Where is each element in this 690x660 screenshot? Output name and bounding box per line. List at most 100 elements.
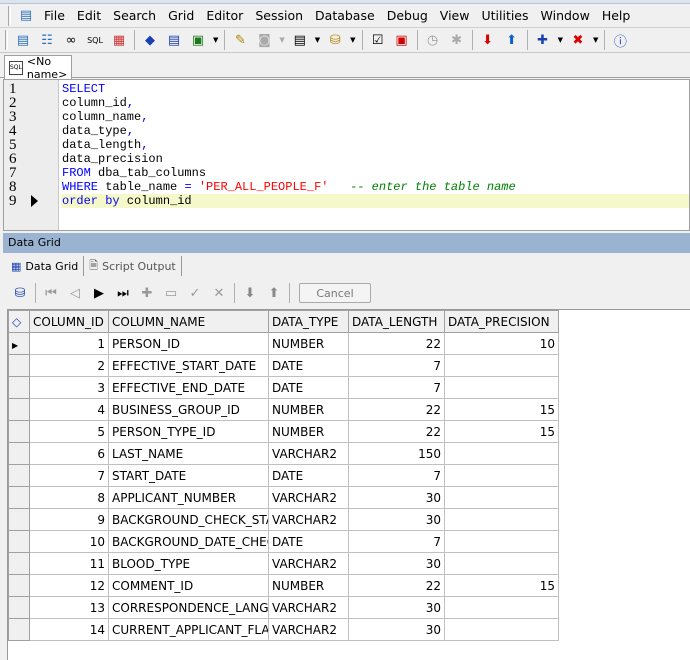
table-cell[interactable]: 15 (444, 398, 559, 421)
table-cell[interactable]: 9 (29, 508, 109, 531)
row-indicator[interactable] (8, 552, 30, 575)
menu-utilities[interactable]: Utilities (475, 8, 534, 23)
row-indicator[interactable] (8, 618, 30, 641)
sql-modeler-icon[interactable]: SQL (85, 31, 105, 49)
menu-session[interactable]: Session (249, 8, 309, 23)
table-cell[interactable]: 30 (348, 508, 445, 531)
row-indicator[interactable] (8, 354, 30, 377)
table-row[interactable]: 3 EFFECTIVE_END_DATE DATE 7 (8, 376, 559, 399)
table-row[interactable]: 4 BUSINESS_GROUP_ID NUMBER 22 15 (8, 398, 559, 421)
column-header[interactable]: DATA_LENGTH (348, 310, 445, 333)
table-cell[interactable]: 30 (348, 552, 445, 575)
table-cell[interactable]: BACKGROUND_CHECK_STATUS (108, 508, 269, 531)
editor-icon[interactable]: ▤ (164, 31, 184, 49)
table-cell[interactable]: APPLICANT_NUMBER (108, 486, 269, 509)
table-cell[interactable]: PERSON_TYPE_ID (108, 420, 269, 443)
column-header[interactable]: COLUMN_ID (29, 310, 109, 333)
table-cell[interactable]: VARCHAR2 (268, 552, 349, 575)
table-cell[interactable] (444, 464, 559, 487)
row-indicator[interactable] (8, 574, 30, 597)
sql-editor[interactable]: 123456789 SELECT column_id, column_name, da… (3, 79, 690, 231)
table-cell[interactable]: NUMBER (268, 332, 349, 355)
table-cell[interactable] (444, 552, 559, 575)
row-indicator[interactable] (8, 486, 30, 509)
table-row[interactable]: 11 BLOOD_TYPE VARCHAR2 30 (8, 552, 559, 575)
code-line[interactable]: WHERE table_name = 'PER_ALL_PEOPLE_F' --… (61, 180, 689, 194)
table-cell[interactable] (444, 442, 559, 465)
row-indicator[interactable] (8, 442, 30, 465)
column-header[interactable]: COLUMN_NAME (108, 310, 269, 333)
save-icon[interactable]: ▣ (392, 31, 412, 49)
row-indicator[interactable] (8, 508, 30, 531)
table-cell[interactable]: 7 (348, 464, 445, 487)
row-indicator[interactable] (8, 596, 30, 619)
table-cell[interactable]: BACKGROUND_DATE_CHECK (108, 530, 269, 553)
dropdown-arrow-icon[interactable]: ▼ (558, 36, 563, 44)
table-cell[interactable]: 11 (29, 552, 109, 575)
table-cell[interactable]: COMMENT_ID (108, 574, 269, 597)
menu-debug[interactable]: Debug (381, 8, 434, 23)
table-cell[interactable]: 150 (348, 442, 445, 465)
table-cell[interactable]: EFFECTIVE_START_DATE (108, 354, 269, 377)
dropdown-arrow-icon[interactable]: ▼ (593, 36, 598, 44)
table-cell[interactable] (444, 376, 559, 399)
database-icon[interactable]: ⛁ (325, 31, 345, 49)
table-cell[interactable]: 7 (348, 354, 445, 377)
column-header[interactable]: DATA_TYPE (268, 310, 349, 333)
table-cell[interactable]: DATE (268, 376, 349, 399)
menu-edit[interactable]: Edit (71, 8, 107, 23)
table-cell[interactable]: BLOOD_TYPE (108, 552, 269, 575)
dropdown-arrow-icon[interactable]: ▼ (213, 36, 218, 44)
table-cell[interactable]: 8 (29, 486, 109, 509)
table-row[interactable]: 14 CURRENT_APPLICANT_FLAG VARCHAR2 30 (8, 618, 559, 641)
table-cell[interactable]: 22 (348, 398, 445, 421)
disconnect-icon[interactable]: ✖ (568, 31, 588, 49)
new-sql-window-icon[interactable]: ▤ (13, 31, 33, 49)
document-tab[interactable]: SQL <No name> (4, 55, 72, 81)
tab-data-grid[interactable]: ▦ Data Grid (6, 256, 85, 276)
table-cell[interactable]: NUMBER (268, 574, 349, 597)
toolbar-grip[interactable] (5, 30, 8, 50)
row-indicator[interactable]: ▶ (8, 332, 30, 355)
table-cell[interactable]: VARCHAR2 (268, 486, 349, 509)
row-indicator[interactable] (8, 464, 30, 487)
table-cell[interactable]: BUSINESS_GROUP_ID (108, 398, 269, 421)
table-cell[interactable]: 7 (348, 376, 445, 399)
connect-icon[interactable]: ✚ (533, 31, 553, 49)
menu-grid[interactable]: Grid (162, 8, 200, 23)
code-line[interactable]: SELECT (61, 82, 689, 96)
table-cell[interactable]: LAST_NAME (108, 442, 269, 465)
menu-database[interactable]: Database (309, 8, 381, 23)
table-cell[interactable]: DATE (268, 530, 349, 553)
table-cell[interactable]: 30 (348, 596, 445, 619)
menu-search[interactable]: Search (107, 8, 162, 23)
sql-optimizer-icon[interactable]: ∞ (61, 31, 81, 49)
table-row[interactable]: 2 EFFECTIVE_START_DATE DATE 7 (8, 354, 559, 377)
code-line[interactable]: FROM dba_tab_columns (61, 166, 689, 180)
row-indicator[interactable] (8, 398, 30, 421)
table-cell[interactable]: 6 (29, 442, 109, 465)
table-cell[interactable]: 30 (348, 486, 445, 509)
code-line[interactable]: order by column_id (61, 194, 689, 208)
table-cell[interactable]: 1 (29, 332, 109, 355)
code-line[interactable]: data_precision (61, 152, 689, 166)
table-cell[interactable]: 12 (29, 574, 109, 597)
table-cell[interactable] (444, 354, 559, 377)
table-cell[interactable]: 14 (29, 618, 109, 641)
code-line[interactable]: data_length, (61, 138, 689, 152)
table-cell[interactable]: 10 (444, 332, 559, 355)
table-cell[interactable]: PERSON_ID (108, 332, 269, 355)
table-cell[interactable]: DATE (268, 464, 349, 487)
table-row[interactable]: 5 PERSON_TYPE_ID NUMBER 22 15 (8, 420, 559, 443)
dropdown-arrow-icon[interactable]: ▼ (315, 36, 320, 44)
select-all-corner[interactable]: ◇ (8, 310, 30, 333)
menu-file[interactable]: File (38, 8, 71, 23)
data-grid[interactable]: ◇ COLUMN_ID COLUMN_NAME DATA_TYPE DATA_LENGT… (7, 309, 690, 660)
table-cell[interactable]: DATE (268, 354, 349, 377)
table-cell[interactable]: 13 (29, 596, 109, 619)
table-cell[interactable]: START_DATE (108, 464, 269, 487)
table-cell[interactable]: EFFECTIVE_END_DATE (108, 376, 269, 399)
table-row[interactable]: 7 START_DATE DATE 7 (8, 464, 559, 487)
cancel-button[interactable]: Cancel (299, 283, 371, 303)
table-cell[interactable] (444, 508, 559, 531)
